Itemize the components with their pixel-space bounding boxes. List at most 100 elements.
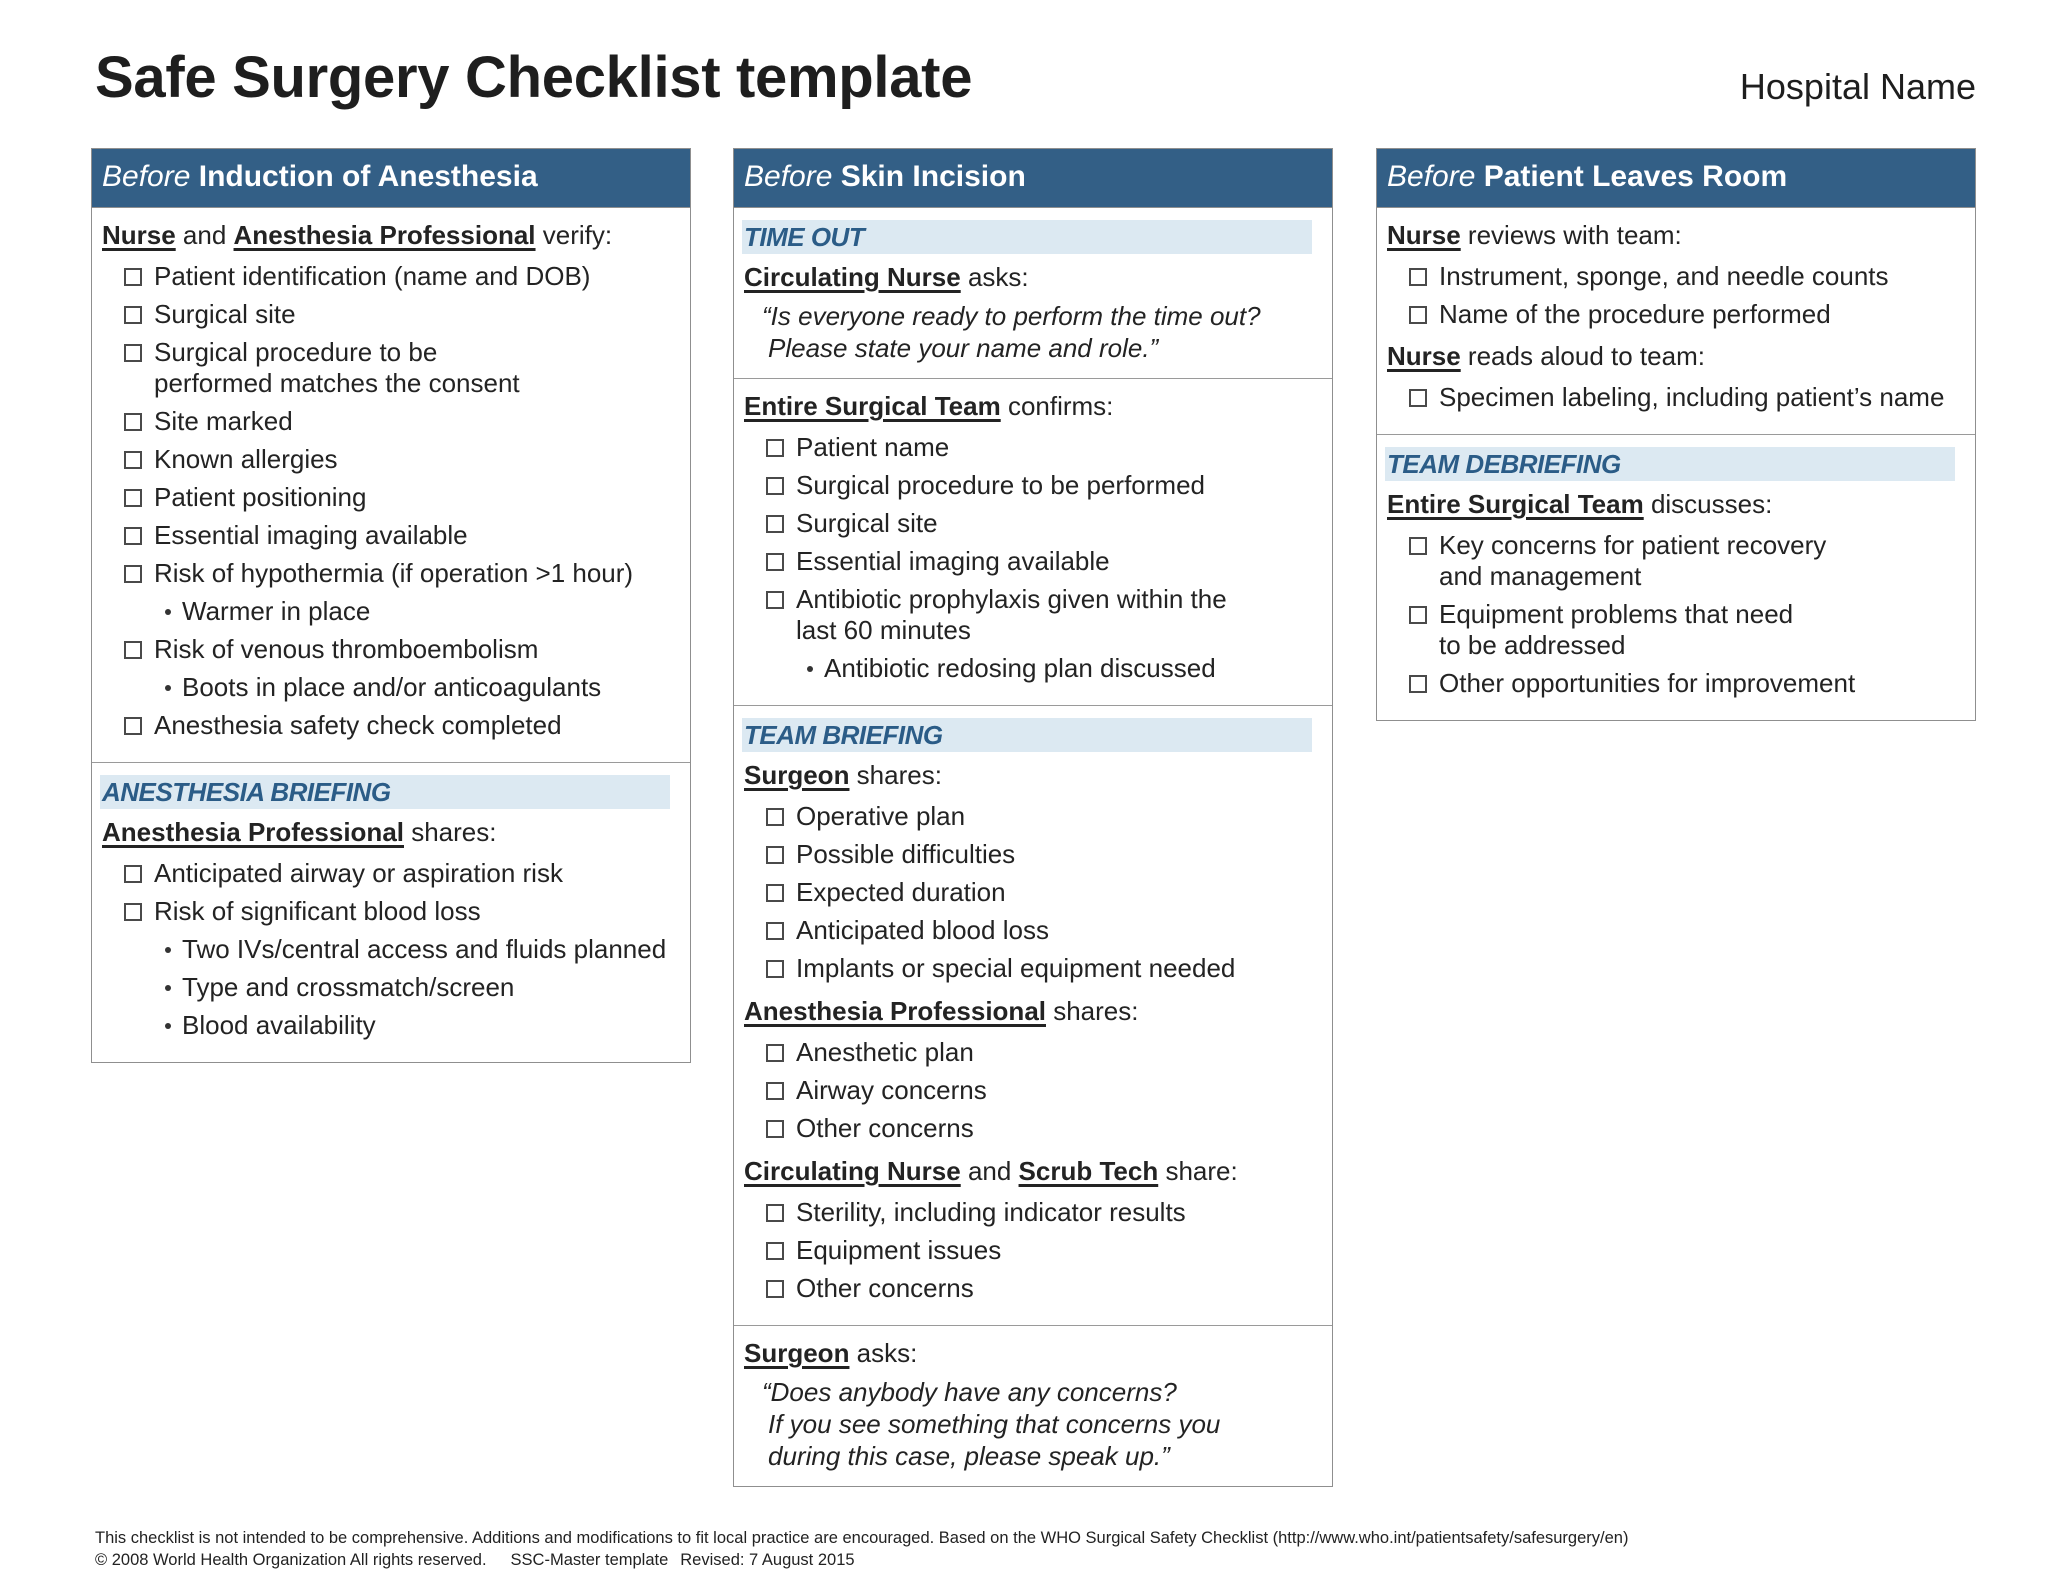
checklist-item[interactable]: Airway concerns bbox=[744, 1075, 1322, 1106]
checkbox-icon[interactable] bbox=[124, 268, 142, 286]
checklist-item[interactable]: Possible difficulties bbox=[744, 839, 1322, 870]
item-label: Two IVs/central access and fluids planne… bbox=[182, 934, 667, 964]
checkbox-icon[interactable] bbox=[124, 641, 142, 659]
checkbox-icon[interactable] bbox=[124, 865, 142, 883]
checkbox-icon[interactable] bbox=[766, 1242, 784, 1260]
column-before-induction: Before Induction of Anesthesia Nurse and… bbox=[91, 148, 691, 1063]
section-lead: Entire Surgical Team confirms: bbox=[744, 387, 1322, 425]
section-lead: Nurse reviews with team: bbox=[1387, 216, 1965, 254]
item-label: Other concerns bbox=[796, 1273, 974, 1303]
checkbox-icon[interactable] bbox=[1409, 389, 1427, 407]
checkbox-icon[interactable] bbox=[1409, 675, 1427, 693]
footer-disclaimer: This checklist is not intended to be com… bbox=[95, 1529, 1629, 1547]
checkbox-icon[interactable] bbox=[124, 344, 142, 362]
checkbox-icon[interactable] bbox=[766, 1044, 784, 1062]
checklist-item[interactable]: Known allergies bbox=[102, 444, 680, 475]
role-anesthesia-professional: Anesthesia Professional bbox=[102, 817, 404, 847]
checklist-item[interactable]: Site marked bbox=[102, 406, 680, 437]
item-label: Antibiotic redosing plan discussed bbox=[824, 653, 1216, 683]
checkbox-icon[interactable] bbox=[1409, 537, 1427, 555]
checklist-item[interactable]: Anticipated blood loss bbox=[744, 915, 1322, 946]
checkbox-icon[interactable] bbox=[124, 565, 142, 583]
checkbox-icon[interactable] bbox=[766, 1120, 784, 1138]
checkbox-icon[interactable] bbox=[1409, 606, 1427, 624]
checklist-item[interactable]: Anticipated airway or aspiration risk bbox=[102, 858, 680, 889]
checklist-item[interactable]: Specimen labeling, including patient’s n… bbox=[1387, 382, 1965, 413]
item-label: Other opportunities for improvement bbox=[1439, 668, 1856, 698]
checklist-item[interactable]: Other concerns bbox=[744, 1273, 1322, 1304]
item-label: Known allergies bbox=[154, 444, 338, 474]
checkbox-icon[interactable] bbox=[1409, 268, 1427, 286]
checklist-item[interactable]: Essential imaging available bbox=[744, 546, 1322, 577]
checklist-item[interactable]: Other concerns bbox=[744, 1113, 1322, 1144]
checkbox-icon[interactable] bbox=[1409, 306, 1427, 324]
item-label: Warmer in place bbox=[182, 596, 371, 626]
checkbox-icon[interactable] bbox=[124, 527, 142, 545]
item-label: Expected duration bbox=[796, 877, 1006, 907]
checkbox-icon[interactable] bbox=[766, 846, 784, 864]
bullet-icon bbox=[165, 985, 171, 991]
checklist-item[interactable]: Patient positioning bbox=[102, 482, 680, 513]
bullet-icon bbox=[165, 947, 171, 953]
checklist-item[interactable]: Anesthesia safety check completed bbox=[102, 710, 680, 741]
item-label: Patient identification (name and DOB) bbox=[154, 261, 591, 291]
checkbox-icon[interactable] bbox=[766, 477, 784, 495]
prompt-line: during this case, please speak up.” bbox=[768, 1441, 1170, 1471]
item-label: Boots in place and/or anticoagulants bbox=[182, 672, 602, 702]
role-scrub-tech: Scrub Tech bbox=[1018, 1156, 1159, 1186]
checklist-item[interactable]: Antibiotic prophylaxis given within the … bbox=[744, 584, 1322, 646]
item-label: Specimen labeling, including patient’s n… bbox=[1439, 382, 1945, 412]
checkbox-icon[interactable] bbox=[766, 591, 784, 609]
column-header: Before Patient Leaves Room bbox=[1377, 149, 1975, 208]
checklist-item[interactable]: Surgical site bbox=[744, 508, 1322, 539]
prompt-line: “Does anybody have any concerns? bbox=[762, 1377, 1177, 1407]
checklist-item[interactable]: Patient identification (name and DOB) bbox=[102, 261, 680, 292]
checklist-item[interactable]: Name of the procedure performed bbox=[1387, 299, 1965, 330]
checkbox-icon[interactable] bbox=[124, 717, 142, 735]
checklist-item[interactable]: Implants or special equipment needed bbox=[744, 953, 1322, 984]
checklist-item[interactable]: Expected duration bbox=[744, 877, 1322, 908]
checklist-item[interactable]: Surgical site bbox=[102, 299, 680, 330]
lead-text: reviews with team: bbox=[1460, 220, 1682, 250]
checkbox-icon[interactable] bbox=[766, 439, 784, 457]
checklist-item[interactable]: Risk of significant blood loss bbox=[102, 896, 680, 927]
checkbox-icon[interactable] bbox=[766, 1204, 784, 1222]
checkbox-icon[interactable] bbox=[124, 306, 142, 324]
checklist-item[interactable]: Anesthetic plan bbox=[744, 1037, 1322, 1068]
checkbox-icon[interactable] bbox=[766, 1082, 784, 1100]
checkbox-icon[interactable] bbox=[124, 413, 142, 431]
checklist-item[interactable]: Patient name bbox=[744, 432, 1322, 463]
checkbox-icon[interactable] bbox=[124, 489, 142, 507]
checklist-item[interactable]: Instrument, sponge, and needle counts bbox=[1387, 261, 1965, 292]
item-label: Essential imaging available bbox=[796, 546, 1110, 576]
checklist-item[interactable]: Equipment problems that need to be addre… bbox=[1387, 599, 1965, 661]
checklist-item[interactable]: Surgical procedure to be performed bbox=[744, 470, 1322, 501]
checklist-item[interactable]: Risk of hypothermia (if operation >1 hou… bbox=[102, 558, 680, 589]
checkbox-icon[interactable] bbox=[766, 553, 784, 571]
column-before-leaves-room: Before Patient Leaves Room Nurse reviews… bbox=[1376, 148, 1976, 721]
checklist-item[interactable]: Risk of venous thromboembolism bbox=[102, 634, 680, 665]
section-anesthesia-briefing: ANESTHESIA BRIEFING Anesthesia Professio… bbox=[92, 762, 690, 1062]
checkbox-icon[interactable] bbox=[766, 922, 784, 940]
item-label: Blood availability bbox=[182, 1010, 376, 1040]
column-header-title: Patient Leaves Room bbox=[1483, 160, 1788, 193]
role-entire-surgical-team: Entire Surgical Team bbox=[1387, 489, 1644, 519]
checklist-item[interactable]: Surgical procedure to be performed match… bbox=[102, 337, 680, 399]
checkbox-icon[interactable] bbox=[766, 515, 784, 533]
checkbox-icon[interactable] bbox=[766, 1280, 784, 1298]
item-label: Surgical procedure to be performed bbox=[796, 470, 1206, 500]
checklist-item[interactable]: Sterility, including indicator results bbox=[744, 1197, 1322, 1228]
sub-item: Warmer in place bbox=[102, 596, 680, 627]
section-lead: Anesthesia Professional shares: bbox=[744, 992, 1322, 1030]
checkbox-icon[interactable] bbox=[766, 960, 784, 978]
footer-revised: Revised: 7 August 2015 bbox=[680, 1551, 855, 1569]
checkbox-icon[interactable] bbox=[124, 903, 142, 921]
checklist-item[interactable]: Operative plan bbox=[744, 801, 1322, 832]
checklist-item[interactable]: Key concerns for patient recovery and ma… bbox=[1387, 530, 1965, 592]
checklist-item[interactable]: Essential imaging available bbox=[102, 520, 680, 551]
checklist-item[interactable]: Other opportunities for improvement bbox=[1387, 668, 1965, 699]
checklist-item[interactable]: Equipment issues bbox=[744, 1235, 1322, 1266]
checkbox-icon[interactable] bbox=[766, 808, 784, 826]
checkbox-icon[interactable] bbox=[766, 884, 784, 902]
checkbox-icon[interactable] bbox=[124, 451, 142, 469]
